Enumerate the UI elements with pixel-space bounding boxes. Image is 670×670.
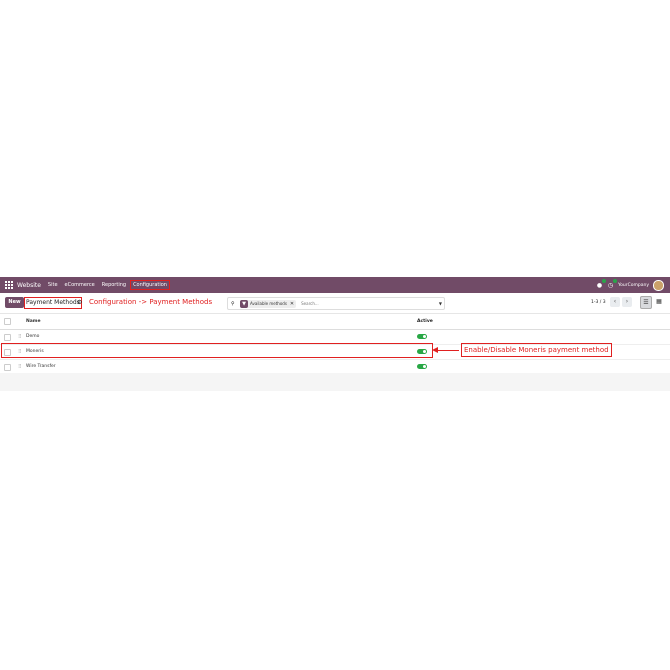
pager-prev-button[interactable]: ‹: [610, 297, 620, 307]
chat-badge: [601, 278, 606, 283]
row-name: Demo: [26, 334, 40, 339]
annotation-arrow-head: [432, 347, 438, 353]
activity-badge: [612, 278, 617, 283]
annotation-arrow-line: [437, 350, 459, 351]
annotation-config-path: Configuration -> Payment Methods: [89, 298, 213, 306]
column-active[interactable]: Active: [417, 314, 433, 329]
row-checkbox[interactable]: [4, 364, 11, 371]
control-panel: New Payment Methods ⚙ Configuration -> P…: [0, 293, 670, 314]
search-input[interactable]: [299, 300, 424, 307]
navbar-right: ● ◷ YourCompany: [596, 277, 664, 293]
activity-clock-icon[interactable]: ◷: [607, 278, 617, 289]
drag-handle-icon[interactable]: ⠿: [18, 330, 22, 344]
top-navbar: Website Site eCommerce Reporting Configu…: [0, 277, 670, 293]
row-checkbox[interactable]: [4, 334, 11, 341]
filter-icon: ▼: [240, 299, 248, 308]
active-toggle[interactable]: [417, 334, 427, 339]
search-icon: ⚲: [231, 300, 235, 307]
company-name[interactable]: YourCompany: [618, 283, 649, 288]
menu-configuration[interactable]: Configuration: [130, 280, 170, 290]
search-facet: ▼ Available methods ✕: [240, 299, 297, 308]
app-brand[interactable]: Website: [17, 282, 41, 289]
menu-site[interactable]: Site: [48, 282, 58, 288]
pager-next-button[interactable]: ›: [622, 297, 632, 307]
drag-handle-icon[interactable]: ⠿: [18, 360, 22, 374]
menu-reporting[interactable]: Reporting: [102, 282, 126, 288]
gear-icon[interactable]: ⚙: [77, 297, 82, 308]
list-footer: [0, 373, 670, 391]
avatar[interactable]: [653, 279, 664, 291]
kanban-view-icon[interactable]: ▦: [654, 296, 664, 307]
chat-icon[interactable]: ●: [596, 278, 606, 289]
pager-value[interactable]: 1-3 / 3: [591, 297, 606, 308]
row-name: Wire Transfer: [26, 364, 56, 369]
new-button[interactable]: New: [5, 297, 24, 308]
highlight-moneris-row: [1, 343, 433, 358]
facet-label: Available methods: [250, 301, 287, 306]
select-all-checkbox[interactable]: [4, 318, 11, 325]
page-title: Payment Methods: [24, 297, 82, 309]
chevron-down-icon[interactable]: ▼: [439, 298, 442, 309]
apps-grid-icon[interactable]: [5, 281, 13, 289]
menu-ecommerce[interactable]: eCommerce: [65, 282, 95, 288]
search-bar[interactable]: ⚲ ▼ Available methods ✕ ▼: [227, 297, 445, 310]
annotation-toggle-note: Enable/Disable Moneris payment method: [461, 343, 612, 357]
list-view-icon[interactable]: ☰: [640, 296, 652, 309]
column-name[interactable]: Name: [26, 314, 41, 329]
odoo-app: Website Site eCommerce Reporting Configu…: [0, 277, 670, 391]
active-toggle[interactable]: [417, 364, 427, 369]
remove-facet-icon[interactable]: ✕: [290, 301, 294, 307]
table-header: Name Active: [0, 314, 670, 330]
